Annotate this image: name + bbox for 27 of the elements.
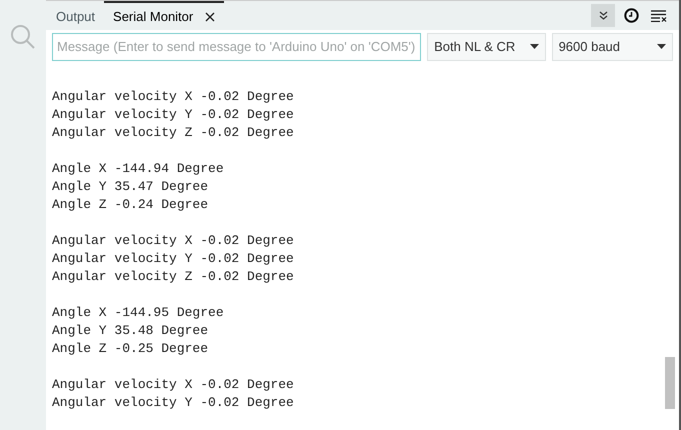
- output-line: Angle Z -0.24 Degree: [52, 196, 208, 214]
- output-line: Angular velocity X -0.02 Degree: [52, 376, 294, 394]
- line-ending-dropdown[interactable]: Both NL & CR: [427, 32, 546, 61]
- output-line: Angle X -144.95 Degree: [52, 304, 224, 322]
- clear-output-icon[interactable]: [651, 10, 667, 22]
- output-line: Angular velocity Y -0.02 Degree: [52, 106, 294, 124]
- output-line: Angular velocity X -0.02 Degree: [52, 232, 294, 250]
- message-field[interactable]: Message (Enter to send message to 'Arduino Uno' on 'COM5'): [52, 32, 422, 61]
- output-line: Angle X -144.94 Degree: [52, 160, 224, 178]
- tab[interactable]: Output: [47, 1, 104, 30]
- double-chevron-icon: [598, 11, 608, 20]
- output-line: Angular velocity Y -0.02 Degree: [52, 394, 294, 412]
- output-line: Angular velocity Y -0.02 Degree: [52, 250, 294, 268]
- output-line: Angular velocity X -0.02 Degree: [52, 88, 294, 106]
- scrollbar-thumb[interactable]: [665, 357, 675, 409]
- caret-icon: [657, 44, 666, 50]
- autoscroll-button[interactable]: [591, 4, 615, 28]
- output-line: Angle Y 35.48 Degree: [52, 322, 208, 340]
- output-line: Angular velocity Z -0.02 Degree: [52, 268, 294, 286]
- output-line: Angle Z -0.25 Degree: [52, 340, 208, 358]
- output-line: Angle Y 35.47 Degree: [52, 178, 208, 196]
- tab[interactable]: Serial Monitor: [104, 1, 224, 30]
- output-line: Angular velocity Z -0.02 Degree: [52, 124, 294, 142]
- close-icon[interactable]: [205, 12, 216, 22]
- caret-icon: [530, 44, 539, 50]
- clock-icon[interactable]: [624, 8, 639, 24]
- baud-rate-dropdown[interactable]: 9600 baud: [552, 32, 673, 61]
